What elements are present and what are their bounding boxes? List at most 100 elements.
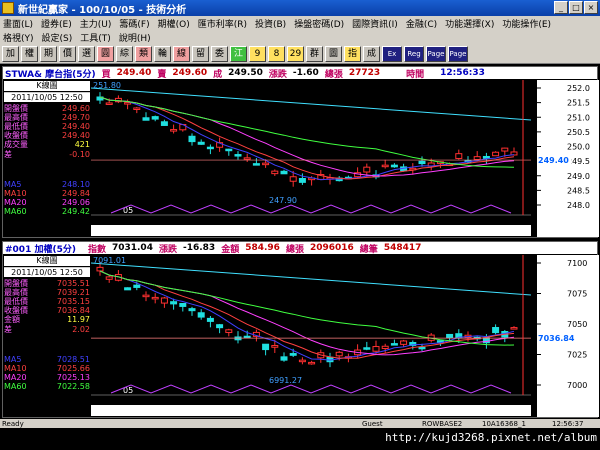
menu-item-a-9[interactable]: 金融(C) bbox=[406, 17, 437, 30]
menu-item-a-7[interactable]: 操盤密碼(D) bbox=[294, 17, 344, 30]
info-value: 249.42 bbox=[62, 207, 90, 216]
info-value: 249.40 bbox=[62, 131, 90, 140]
menu-item-a-11[interactable]: 功能操作(E) bbox=[502, 17, 551, 30]
info-row-5: 差 -0.10 bbox=[4, 150, 90, 159]
info-value: 7035.15 bbox=[56, 297, 90, 306]
toolbar-button-13[interactable]: 9 bbox=[249, 45, 266, 62]
maximize-button[interactable]: □ bbox=[569, 1, 583, 14]
candle-body bbox=[160, 297, 168, 304]
toolbar-button-15[interactable]: 29 bbox=[287, 45, 304, 62]
toolbar-button-7[interactable]: 類 bbox=[135, 45, 152, 62]
low-label: 6991.27 bbox=[269, 376, 302, 385]
menu-item-a-4[interactable]: 期權(O) bbox=[158, 17, 190, 30]
candle-body bbox=[381, 345, 389, 350]
toolbar-button-2[interactable]: 期 bbox=[40, 45, 57, 62]
toolbar-button-9[interactable]: 線 bbox=[173, 45, 190, 62]
high-label: 7091.01 bbox=[93, 256, 126, 265]
futures-quote-header: STWA& 摩台指(5分) 買 249.40 賣 249.60 成 249.50… bbox=[3, 67, 597, 80]
kline-date: 2011/10/05 12:50 bbox=[4, 92, 90, 102]
candle-body bbox=[151, 296, 159, 300]
menu-item-a-1[interactable]: 證券(E) bbox=[41, 17, 72, 30]
axis-tick-label: 248.0 bbox=[567, 201, 590, 210]
toolbar-icon-button-2[interactable]: Page bbox=[426, 45, 446, 62]
toolbar-button-4[interactable]: 選 bbox=[78, 45, 95, 62]
candle-body bbox=[372, 346, 380, 352]
axis-tick-label: 7100 bbox=[567, 259, 587, 268]
menu-item-b-2[interactable]: 工具(T) bbox=[80, 31, 111, 44]
toolbar-button-5[interactable]: 圓 bbox=[97, 45, 114, 62]
menu-item-b-1[interactable]: 設定(S) bbox=[42, 31, 73, 44]
ma-row-0: MA5 248.10 bbox=[4, 180, 90, 189]
candle-body bbox=[188, 308, 196, 312]
toolbar-button-3[interactable]: 價 bbox=[59, 45, 76, 62]
app-icon bbox=[2, 2, 14, 14]
ma-row-0: MA5 7028.51 bbox=[4, 355, 90, 364]
toolbar-button-10[interactable]: 留 bbox=[192, 45, 209, 62]
info-value: 249.84 bbox=[62, 189, 90, 198]
title-bar: 新世紀贏家 - 100/10/05 - 技術分析 _ □ × bbox=[0, 0, 600, 16]
menu-item-a-8[interactable]: 國際資訊(I) bbox=[352, 17, 398, 30]
toolbar-button-16[interactable]: 群 bbox=[306, 45, 323, 62]
index-quote-header: #001 加權(5分) 指數 7031.04 漲跌 -16.83 金額 584.… bbox=[3, 242, 597, 255]
deal-label: 成 bbox=[213, 69, 223, 80]
minimize-button[interactable]: _ bbox=[554, 1, 568, 14]
kline-label[interactable]: K線圖 bbox=[4, 81, 90, 91]
index-symbol[interactable]: #001 加權(5分) bbox=[5, 242, 76, 255]
futures-candlestick-chart[interactable]: 252.0251.5251.0250.5250.0249.5249.0248.5… bbox=[91, 80, 599, 237]
ma-row-2: MA20 249.06 bbox=[4, 198, 90, 207]
candle-body bbox=[133, 107, 141, 111]
menu-item-a-2[interactable]: 主力(U) bbox=[80, 17, 112, 30]
toolbar-button-18[interactable]: 指 bbox=[344, 45, 361, 62]
info-key: MA10 bbox=[4, 364, 27, 373]
candle-body bbox=[473, 156, 481, 161]
candle-body bbox=[197, 312, 205, 318]
candle-body bbox=[206, 317, 214, 322]
info-value: 421 bbox=[74, 140, 90, 149]
change-value: -16.83 bbox=[182, 243, 216, 253]
cycle-wave bbox=[110, 384, 512, 394]
menu-item-b-0[interactable]: 格視(Y) bbox=[3, 31, 34, 44]
change-label: 漲跌 bbox=[268, 69, 287, 80]
menu-item-a-10[interactable]: 功能選擇(X) bbox=[445, 17, 494, 30]
moving-average-line bbox=[99, 96, 515, 180]
toolbar-button-11[interactable]: 委 bbox=[211, 45, 228, 62]
toolbar-button-19[interactable]: 成 bbox=[363, 45, 380, 62]
toolbar-button-6[interactable]: 綜 bbox=[116, 45, 133, 62]
menu-item-b-3[interactable]: 說明(H) bbox=[119, 31, 151, 44]
toolbar-button-1[interactable]: 權 bbox=[21, 45, 38, 62]
kline-label[interactable]: K線圖 bbox=[4, 256, 90, 266]
axis-tick-label: 7025 bbox=[567, 351, 587, 360]
toolbar-icon-button-0[interactable]: Ex bbox=[382, 45, 402, 62]
menu-item-a-3[interactable]: 籌碼(F) bbox=[119, 17, 149, 30]
candle-body bbox=[151, 116, 159, 120]
toolbar-button-12[interactable]: 江 bbox=[230, 45, 247, 62]
axis-tick-label: 250.5 bbox=[567, 128, 590, 137]
index-candlestick-chart[interactable]: 71007075705070257000057091.016991.277036… bbox=[91, 255, 599, 417]
toolbar-button-17[interactable]: 圖 bbox=[325, 45, 342, 62]
info-value: 7025.13 bbox=[56, 373, 90, 382]
close-button[interactable]: × bbox=[584, 1, 598, 14]
info-value: -0.10 bbox=[69, 150, 90, 159]
change-value: -1.60 bbox=[292, 68, 319, 78]
toolbar-button-8[interactable]: 輪 bbox=[154, 45, 171, 62]
candle-body bbox=[298, 359, 306, 363]
candle-body bbox=[289, 176, 297, 182]
time-label: 時間 bbox=[406, 69, 425, 80]
info-key: 成交量 bbox=[4, 140, 28, 149]
toolbar-icon-button-1[interactable]: Reg bbox=[404, 45, 424, 62]
ma-row-2: MA20 7025.13 bbox=[4, 373, 90, 382]
menu-item-a-6[interactable]: 投資(B) bbox=[255, 17, 286, 30]
info-value: 7039.21 bbox=[56, 288, 90, 297]
toolbar-button-14[interactable]: 8 bbox=[268, 45, 285, 62]
futures-chart-panel: STWA& 摩台指(5分) 買 249.40 賣 249.60 成 249.50… bbox=[2, 66, 599, 238]
menu-item-a-0[interactable]: 畫面(L) bbox=[3, 17, 33, 30]
axis-tick-label: 249.0 bbox=[567, 172, 590, 181]
candle-body bbox=[252, 163, 260, 166]
menu-item-a-5[interactable]: 匯市利率(R) bbox=[198, 17, 247, 30]
toolbar-icon-button-3[interactable]: Page bbox=[448, 45, 468, 62]
ohlc-info: 開盤價 249.60 最高價 249.70 最低價 249.40 收盤價 249.40 成交量 4… bbox=[4, 104, 90, 159]
axis-tick-label: 7075 bbox=[567, 290, 587, 299]
toolbar-button-0[interactable]: 加 bbox=[2, 45, 19, 62]
info-row-0: 開盤價 249.60 bbox=[4, 104, 90, 113]
futures-symbol[interactable]: STWA& 摩台指(5分) bbox=[5, 67, 96, 80]
